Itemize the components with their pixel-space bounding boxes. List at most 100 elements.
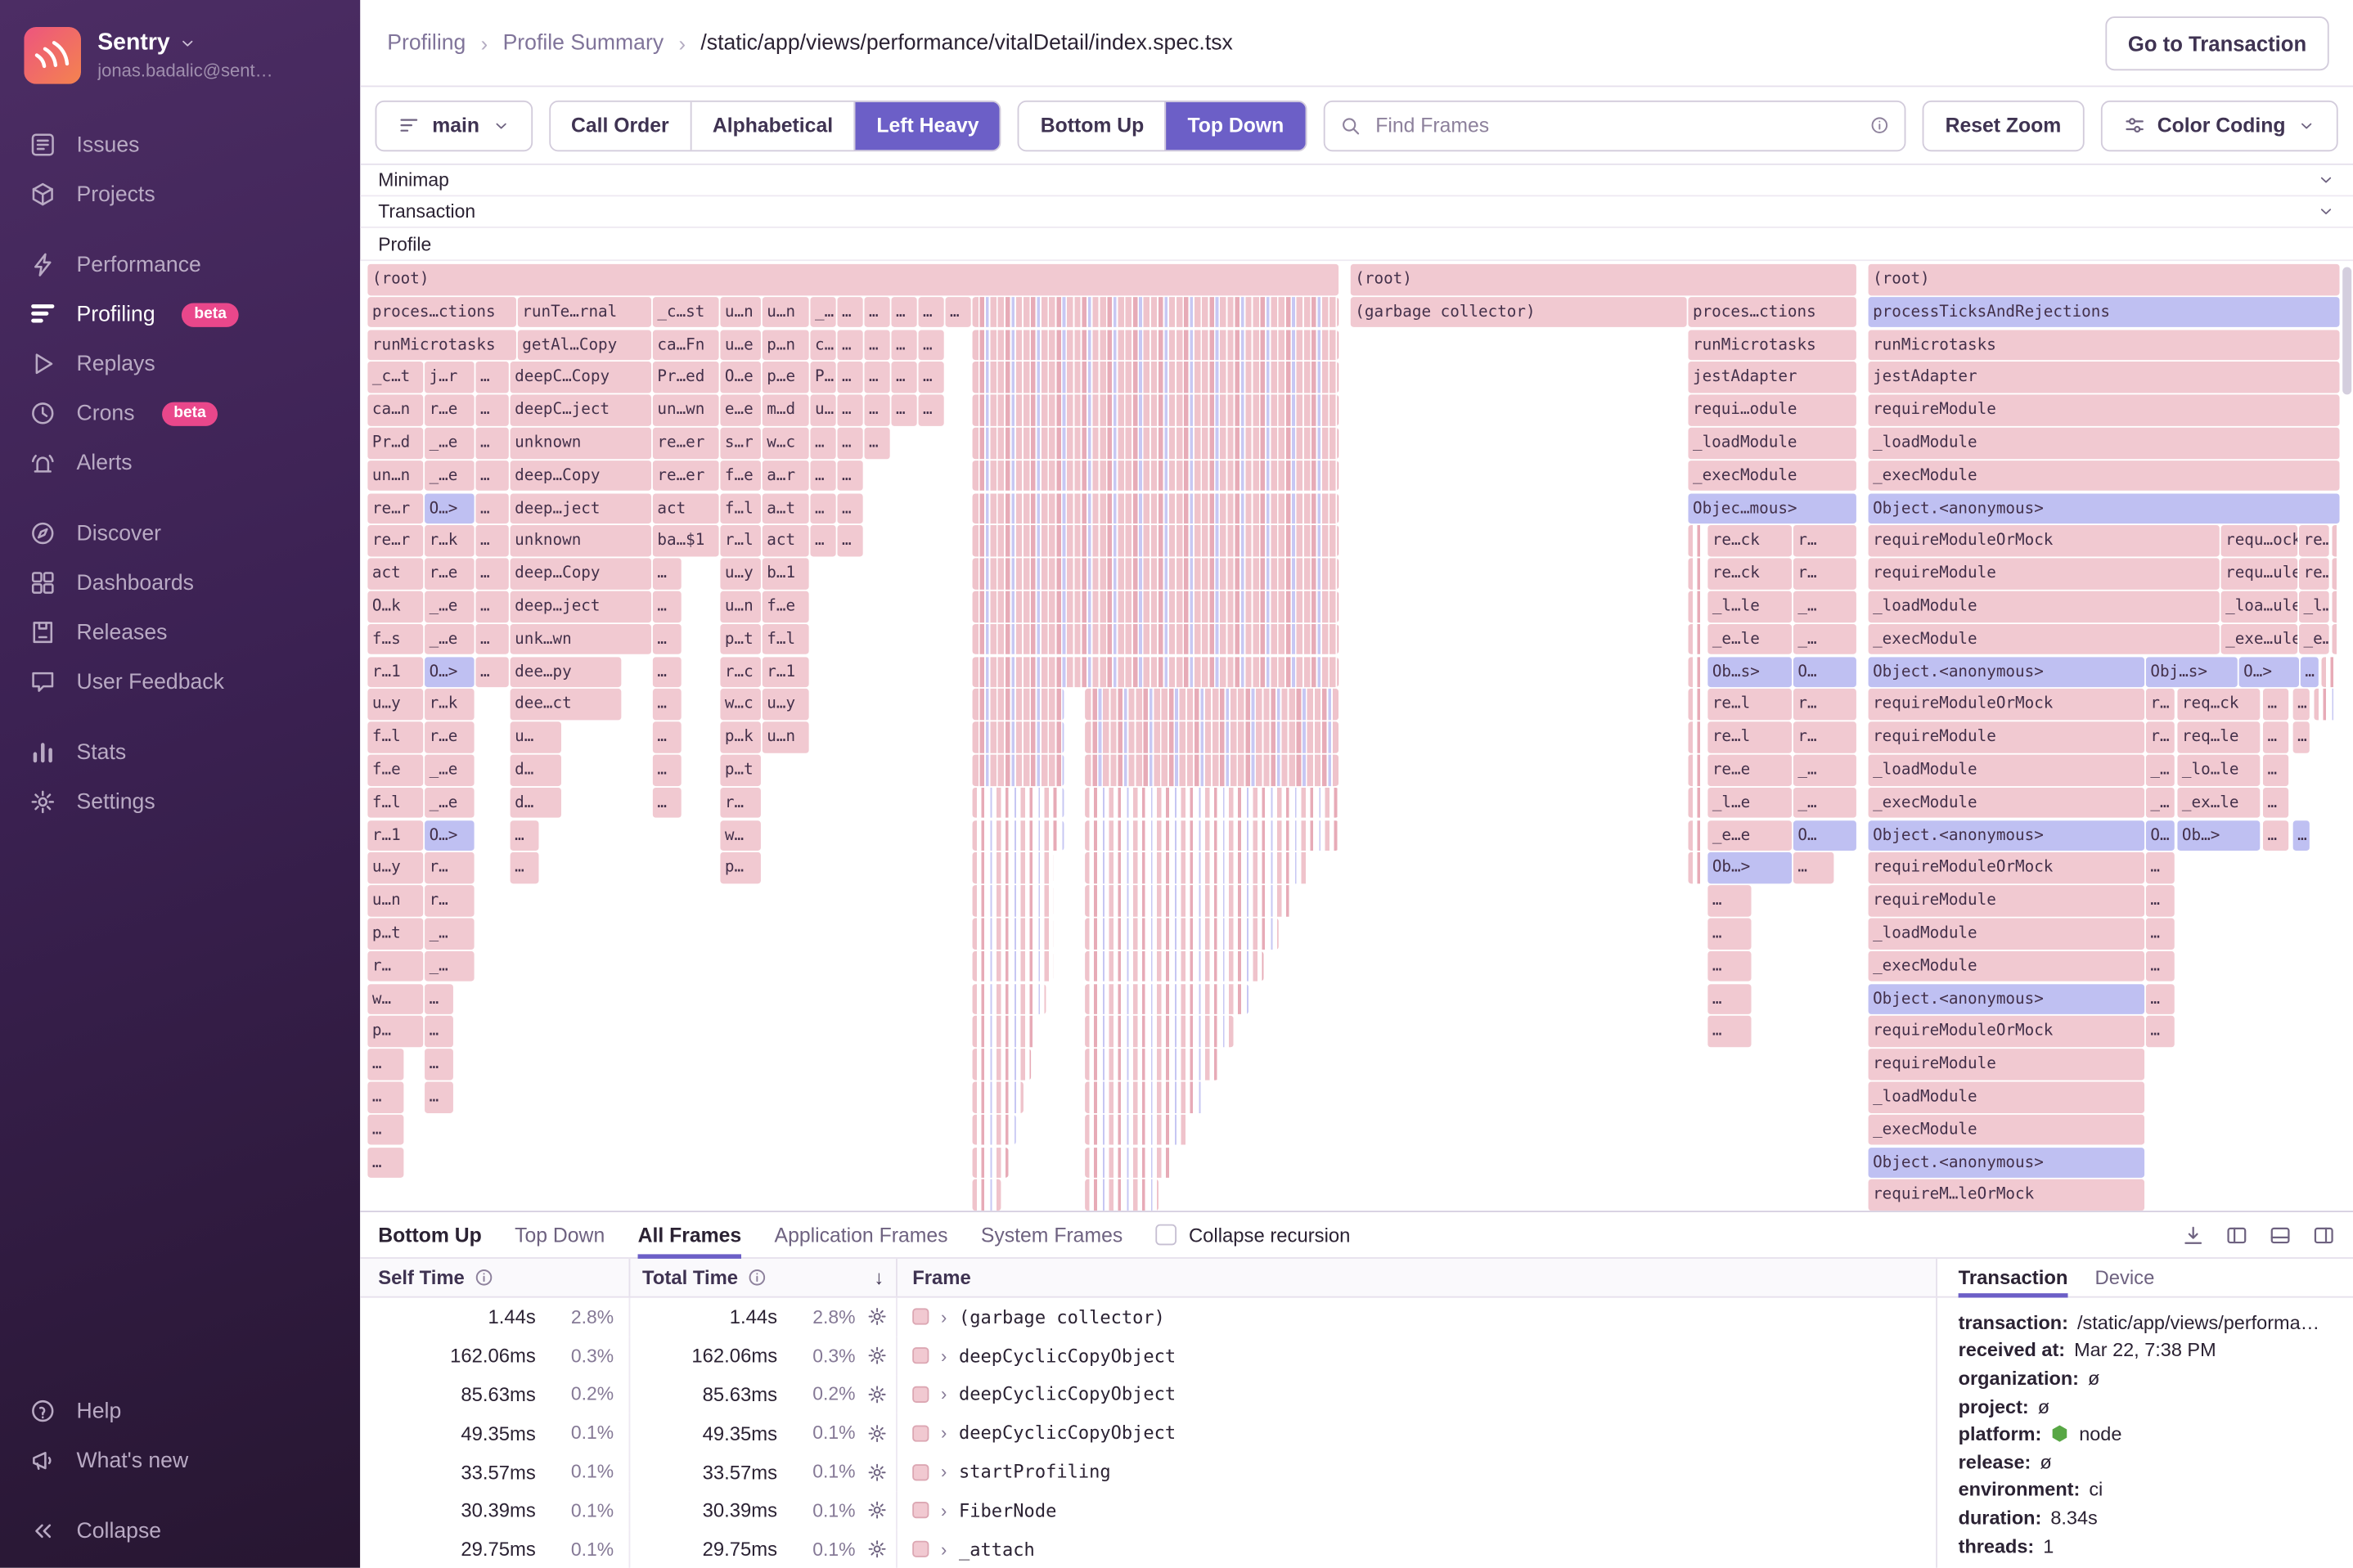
flame-frame[interactable]: O…e bbox=[720, 362, 761, 393]
flame-frame[interactable]: … bbox=[2292, 689, 2310, 721]
table-row[interactable]: 49.35ms 0.1% 49.35ms 0.1% › deepCyclicCopyObj… bbox=[360, 1413, 1936, 1453]
flame-frame[interactable]: _ex…le bbox=[2177, 787, 2261, 819]
sidebar-item-alerts[interactable]: Alerts bbox=[0, 438, 360, 488]
flame-frame[interactable]: Pr…ed bbox=[652, 362, 719, 393]
flame-frame[interactable]: dee…py bbox=[510, 656, 622, 688]
gear-icon[interactable] bbox=[867, 1462, 887, 1482]
flame-frame[interactable]: … bbox=[918, 394, 944, 426]
flame-frame[interactable]: … bbox=[2145, 885, 2175, 917]
flame-frame[interactable]: … bbox=[475, 558, 509, 590]
flame-frame[interactable]: _…e bbox=[425, 787, 475, 819]
flame-frame[interactable]: … bbox=[918, 296, 944, 328]
flame-frame[interactable]: _… bbox=[1793, 754, 1856, 786]
flame-frame[interactable]: _loadModule bbox=[1868, 591, 2220, 622]
flame-frame[interactable]: … bbox=[367, 1081, 404, 1113]
flame-frame[interactable]: p… bbox=[720, 852, 761, 884]
flame-frame[interactable]: … bbox=[652, 623, 682, 655]
table-row[interactable]: 33.57ms 0.1% 33.57ms 0.1% › startProfiling bbox=[360, 1452, 1936, 1492]
table-row[interactable]: 85.63ms 0.2% 85.63ms 0.2% › deepCyclicCopyObj… bbox=[360, 1375, 1936, 1414]
frame-cell[interactable]: › deepCyclicCopyObject bbox=[898, 1337, 1936, 1375]
flame-frame[interactable]: _l…le bbox=[1707, 591, 1793, 622]
flame-frame[interactable]: … bbox=[510, 820, 539, 851]
flame-frame[interactable]: … bbox=[810, 492, 836, 524]
flame-frame[interactable]: d… bbox=[510, 787, 561, 819]
flame-frame[interactable]: _… bbox=[1793, 591, 1856, 622]
gear-icon[interactable] bbox=[867, 1539, 887, 1559]
tab-all-frames[interactable]: All Frames bbox=[638, 1211, 742, 1258]
expand-chevron-icon[interactable]: › bbox=[941, 1422, 947, 1444]
flame-frame[interactable]: … bbox=[2262, 787, 2289, 819]
flame-frame[interactable]: _…e bbox=[425, 591, 475, 622]
flame-frame[interactable]: runTe…rnal bbox=[517, 296, 652, 328]
flame-frame[interactable]: re…er bbox=[652, 427, 719, 459]
flame-frame[interactable]: … bbox=[652, 721, 682, 753]
flame-frame[interactable]: deep…ject bbox=[510, 492, 652, 524]
chevron-down-icon[interactable] bbox=[2317, 171, 2335, 189]
flame-frame[interactable]: _c…t bbox=[367, 362, 424, 393]
flame-frame[interactable]: _… bbox=[425, 918, 475, 950]
flame-frame[interactable]: runMicrotasks bbox=[1688, 329, 1856, 361]
flame-frame[interactable]: _… bbox=[2145, 754, 2175, 786]
flame-frame[interactable]: r…e bbox=[425, 721, 475, 753]
flame-frame[interactable]: … bbox=[475, 623, 509, 655]
total-time-column-header[interactable]: Total Time ↓ bbox=[630, 1258, 898, 1296]
flame-frame[interactable]: f…l bbox=[367, 721, 424, 753]
flame-frame[interactable]: _… bbox=[1793, 623, 1856, 655]
sort-call-order-button[interactable]: Call Order bbox=[550, 101, 691, 150]
flame-frame[interactable]: … bbox=[2292, 721, 2310, 753]
flame-frame[interactable]: … bbox=[2262, 721, 2289, 753]
flame-frame[interactable]: … bbox=[891, 296, 917, 328]
flame-frame[interactable]: … bbox=[652, 591, 682, 622]
flame-frame[interactable]: requireModule bbox=[1868, 558, 2220, 590]
flame-frame[interactable]: p…t bbox=[720, 754, 761, 786]
flame-frame[interactable]: … bbox=[1707, 885, 1752, 917]
flame-frame[interactable]: … bbox=[475, 591, 509, 622]
find-frames-search[interactable] bbox=[1322, 99, 1906, 151]
flame-scrollbar-thumb[interactable] bbox=[2342, 267, 2352, 395]
flame-frame[interactable]: Ob…> bbox=[2177, 820, 2261, 851]
flame-frame[interactable]: r…l bbox=[720, 525, 761, 557]
flame-frame[interactable]: … bbox=[918, 362, 944, 393]
flame-frame[interactable]: r…k bbox=[425, 689, 475, 721]
flame-frame[interactable]: O…> bbox=[425, 492, 475, 524]
flame-frame[interactable]: re…r bbox=[367, 492, 424, 524]
flame-frame[interactable]: r… bbox=[1793, 721, 1856, 753]
flame-frame[interactable]: P… bbox=[810, 362, 836, 393]
flame-frame[interactable]: u…y bbox=[367, 852, 424, 884]
flame-frame[interactable]: r…k bbox=[425, 525, 475, 557]
flame-frame[interactable]: O… bbox=[1793, 820, 1856, 851]
flame-frame[interactable]: … bbox=[652, 558, 682, 590]
tab-application-frames[interactable]: Application Frames bbox=[775, 1211, 948, 1258]
sidebar-item-profiling[interactable]: Profiling beta bbox=[0, 290, 360, 339]
flame-frame[interactable]: u…y bbox=[367, 689, 424, 721]
flame-frame[interactable]: u… bbox=[510, 721, 561, 753]
gear-icon[interactable] bbox=[867, 1423, 887, 1443]
flame-frame[interactable]: u…n bbox=[367, 885, 424, 917]
flame-frame[interactable]: … bbox=[1707, 1016, 1752, 1048]
sort-left-heavy-button[interactable]: Left Heavy bbox=[853, 101, 1001, 150]
flame-frame[interactable]: r… bbox=[2145, 721, 2175, 753]
flame-frame[interactable]: _loadModule bbox=[1868, 754, 2145, 786]
flame-frame[interactable]: deep…Copy bbox=[510, 460, 652, 492]
flame-frame[interactable]: requireM…leOrMock bbox=[1868, 1179, 2145, 1211]
flame-frame[interactable]: deepC…Copy bbox=[510, 362, 652, 393]
breadcrumb-link[interactable]: Profiling bbox=[387, 31, 466, 55]
flame-frame[interactable]: f…e bbox=[367, 754, 424, 786]
flame-frame[interactable]: … bbox=[425, 1081, 453, 1113]
flame-frame[interactable]: … bbox=[367, 1114, 404, 1146]
flame-frame[interactable]: Object.<anonymous> bbox=[1868, 656, 2145, 688]
search-input[interactable] bbox=[1372, 112, 1859, 138]
flame-frame[interactable]: re…k bbox=[2298, 525, 2329, 557]
flame-frame[interactable]: r…c bbox=[720, 656, 761, 688]
flame-frame[interactable]: … bbox=[652, 656, 682, 688]
flame-frame[interactable]: (garbage collector) bbox=[1350, 296, 1687, 328]
flame-frame[interactable]: unk…wn bbox=[510, 623, 652, 655]
flame-frame[interactable]: b…1 bbox=[762, 558, 809, 590]
color-coding-button[interactable]: Color Coding bbox=[2099, 99, 2338, 151]
flame-frame[interactable]: r… bbox=[1793, 525, 1856, 557]
table-row[interactable]: 162.06ms 0.3% 162.06ms 0.3% › deepCyclicCopyO… bbox=[360, 1336, 1936, 1376]
flame-frame[interactable]: requireModuleOrMock bbox=[1868, 689, 2145, 721]
thread-selector[interactable]: main bbox=[375, 99, 533, 151]
sort-descending-icon[interactable]: ↓ bbox=[874, 1266, 884, 1289]
table-row[interactable]: 30.39ms 0.1% 30.39ms 0.1% › FiberNode bbox=[360, 1491, 1936, 1530]
